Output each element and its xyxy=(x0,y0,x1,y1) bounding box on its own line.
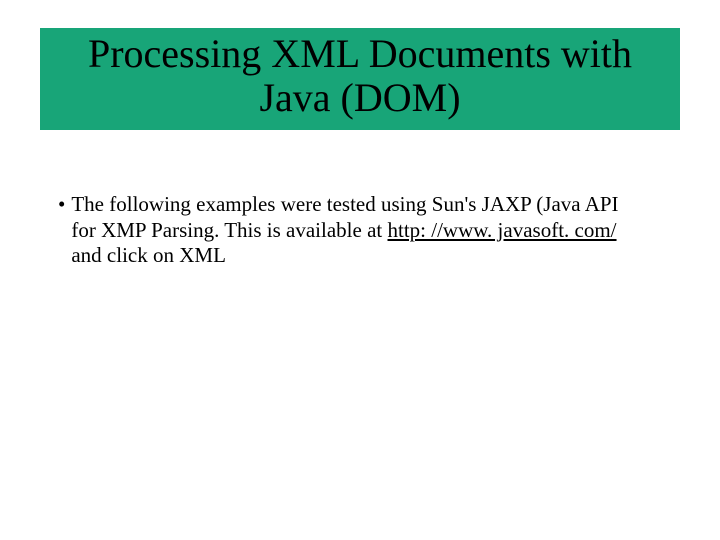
title-line-1: Processing XML Documents with xyxy=(88,31,632,76)
bullet-text-after: and click on XML xyxy=(71,243,226,267)
slide: Processing XML Documents with Java (DOM)… xyxy=(0,0,720,540)
title-line-2: Java (DOM) xyxy=(259,75,460,120)
slide-title: Processing XML Documents with Java (DOM) xyxy=(48,32,672,120)
bullet-text: The following examples were tested using… xyxy=(71,192,640,269)
bullet-marker: • xyxy=(58,192,65,269)
title-bar: Processing XML Documents with Java (DOM) xyxy=(40,28,680,130)
javasoft-link[interactable]: http: //www. javasoft. com/ xyxy=(388,218,617,242)
content-area: • The following examples were tested usi… xyxy=(40,192,680,269)
bullet-item: • The following examples were tested usi… xyxy=(58,192,640,269)
